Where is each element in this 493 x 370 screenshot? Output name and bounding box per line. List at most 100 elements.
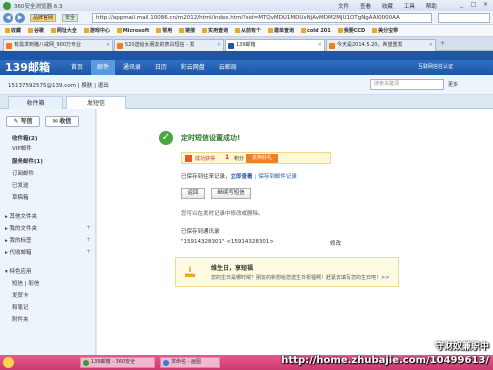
add-pop-icon[interactable]: + [86, 248, 91, 255]
sidebar-item-subscribe[interactable]: 订阅邮件 [12, 169, 34, 177]
site-favicon-icon [228, 43, 234, 49]
close-tab-icon[interactable]: × [106, 40, 110, 51]
bookmark-item[interactable]: 网址大全 [50, 25, 77, 36]
bookmark-item[interactable]: Microsoft [116, 25, 149, 36]
tab-inbox[interactable]: 收件箱 [8, 96, 63, 109]
nav-mail[interactable]: 邮件 [90, 60, 115, 75]
forward-icon[interactable]: ▶ [15, 13, 25, 23]
back-button[interactable]: 返回 [181, 188, 205, 199]
app-attachments[interactable]: 附件夹 [12, 315, 29, 323]
sidebar-item-vip[interactable]: VIP邮件 [12, 144, 32, 152]
app-greeting-card[interactable]: 发贺卡 [12, 291, 29, 299]
redeem-gift-button[interactable]: 去换好礼 [246, 154, 278, 163]
browser-icon [83, 360, 89, 366]
taskbar-item-paint[interactable]: 求命名 - 画图 [160, 357, 220, 368]
url-input[interactable]: http://appmail.mail.10086.cn/m2012/html/… [92, 13, 432, 23]
start-button-icon[interactable] [3, 357, 14, 368]
nav-home[interactable]: 首页 [65, 60, 89, 75]
mail-search-input[interactable]: 搜索关键词 [370, 79, 444, 90]
menu-view[interactable]: 查看 [360, 4, 371, 10]
trust-badge[interactable]: 互联网信任认证 [418, 60, 453, 75]
minimize-icon[interactable]: _ [457, 1, 466, 9]
browser-tab[interactable]: 今天是2014.5.20，希望重发 × [326, 39, 436, 51]
bookmark-item[interactable]: 链接 [179, 25, 195, 36]
sidebar-section-other[interactable]: ▸ 其他文件夹 [5, 212, 37, 220]
menu-bar: 文件 查看 收藏 工具 帮助 [338, 2, 446, 10]
folder-icon [202, 28, 208, 33]
watermark: 守财奴兼职中 http://home.zhubajie.com/10499613… [281, 342, 489, 366]
add-folder-icon[interactable]: + [86, 224, 91, 231]
sidebar-item-inbox[interactable]: 收件箱(2) [12, 134, 37, 142]
sidebar-item-service[interactable]: 服务邮件(1) [12, 157, 43, 165]
nav-cloud-disk[interactable]: 彩云网盘 [175, 60, 211, 75]
view-now-link[interactable]: 立即查看 [231, 174, 253, 180]
taskbar-item-browser[interactable]: 139邮箱 - 360安全 [80, 357, 155, 368]
write-button[interactable]: ✎ 写信 [6, 116, 40, 127]
bookmark-item[interactable]: 建单查询 [267, 25, 294, 36]
brand-tag[interactable]: 品牌官网 [30, 14, 57, 22]
safety-badge[interactable]: 安全 [62, 14, 79, 22]
close-tab-icon[interactable]: × [318, 40, 322, 51]
nav-calendar[interactable]: 日历 [149, 60, 173, 75]
back-icon[interactable]: ◀ [3, 13, 13, 23]
bookmark-item[interactable]: cold 201 [300, 25, 331, 36]
bookmark-item[interactable]: 谷歌 [27, 25, 44, 36]
bookmark-item[interactable]: 收藏 [5, 25, 21, 36]
logout-link[interactable]: 退出 [98, 83, 109, 89]
title-bar: 360安全浏览器 6.3 文件 查看 收藏 工具 帮助 _ □ ✕ [0, 0, 493, 11]
site-favicon-icon [6, 43, 12, 49]
app-notes[interactable]: 和笔记 [12, 303, 29, 311]
bookmark-item[interactable]: 从前有个 [235, 25, 261, 36]
promo-more-link[interactable]: >> [381, 275, 389, 281]
sidebar-section-my-folders[interactable]: ▸ 我的文件夹 [5, 224, 37, 232]
close-tab-icon[interactable]: × [429, 40, 433, 51]
menu-help[interactable]: 帮助 [426, 4, 437, 10]
nav-cloud-post[interactable]: 云邮局 [213, 60, 243, 75]
user-bar: 15137592575@139.com | 换肤 | 退出 搜索关键词 更多 [0, 75, 493, 95]
sidebar-item-sent[interactable]: 已发送 [12, 181, 29, 189]
sidebar-section-my-tags[interactable]: ▸ 我的标签 [5, 236, 32, 244]
menu-tools[interactable]: 工具 [404, 4, 415, 10]
promo-text: 您的生日是哪时候？朋友的新想给您送生日祝福啊！赶紧去填写您的生日吧！>> [211, 275, 390, 281]
save-to-mail-record-link[interactable]: 保存到邮件记录 [258, 174, 297, 180]
add-tag-icon[interactable]: + [86, 236, 91, 243]
menu-favorites[interactable]: 收藏 [382, 4, 393, 10]
continue-writing-button[interactable]: 继续写短信 [211, 188, 251, 199]
edit-contact-link[interactable]: 修改 [330, 239, 341, 247]
folder-icon [83, 28, 89, 33]
points-unit: 积分 [234, 156, 245, 162]
folder-icon [267, 28, 273, 33]
skin-link[interactable]: 换肤 [81, 83, 92, 89]
main-content: ✓ 定时短信设置成功! 成功获得 1 积分 去换好礼 已保存到往来记录，立即查看… [97, 109, 493, 355]
saved-record-line: 已保存到往来记录，立即查看 | 保存到邮件记录 [181, 174, 297, 180]
bookmark-item[interactable]: 我要CCD [337, 25, 365, 36]
browser-tab[interactable]: 有需求到猪八戒网_900万专业 × [3, 39, 113, 51]
close-tab-icon[interactable]: × [217, 40, 221, 51]
sidebar-section-apps[interactable]: ▾ 特色应用 [5, 267, 32, 275]
receive-button[interactable]: ✉ 收信 [44, 116, 79, 127]
app-sms-mms[interactable]: 短信 | 彩信 [12, 279, 39, 287]
bookmark-item[interactable]: 美分宝带 [372, 25, 398, 36]
new-tab-icon[interactable]: + [440, 40, 445, 47]
bookmark-item[interactable]: 实用查询 [202, 25, 228, 36]
window-title: 360安全浏览器 6.3 [14, 4, 63, 10]
browser-search-input[interactable] [438, 13, 490, 23]
sidebar-section-pop[interactable]: ▸ 代收邮箱 [5, 248, 32, 256]
browser-tab-active[interactable]: 139邮箱 × [225, 39, 325, 51]
browser-tab[interactable]: 520送给女朋友的表白短信 - 发 × [114, 39, 224, 51]
tab-send-sms[interactable]: 发短信 [66, 96, 126, 109]
bookmark-item[interactable]: 游戏中心 [83, 25, 110, 36]
folder-icon [337, 28, 343, 33]
user-address: 15137592575@139.com | 换肤 | 退出 [8, 83, 109, 89]
sidebar-item-drafts[interactable]: 草稿箱 [12, 193, 29, 201]
star-icon [5, 28, 10, 33]
folder-icon [50, 28, 56, 33]
menu-file[interactable]: 文件 [338, 4, 349, 10]
bookmark-item[interactable]: 常用 [156, 25, 172, 36]
hint-text: 您可以在发时记录中修改或删除。 [181, 211, 264, 217]
nav-contacts[interactable]: 通讯录 [117, 60, 147, 75]
more-link[interactable]: 更多 [448, 81, 458, 88]
close-icon[interactable]: ✕ [481, 1, 490, 9]
mail-logo[interactable]: 139邮箱 [5, 60, 50, 75]
maximize-icon[interactable]: □ [469, 1, 478, 9]
